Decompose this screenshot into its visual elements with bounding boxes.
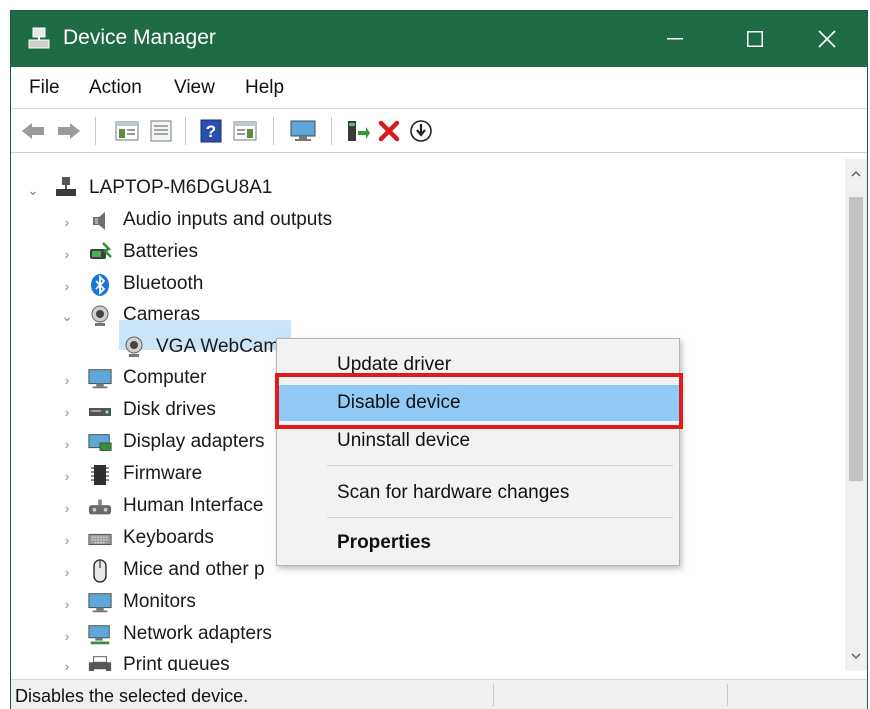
network-icon <box>87 623 113 647</box>
chevron-right-icon[interactable]: › <box>61 564 73 580</box>
mouse-icon <box>87 559 113 583</box>
keyboard-icon <box>87 527 113 551</box>
tree-item-keyboards[interactable]: Keyboards <box>123 527 214 549</box>
menu-view[interactable]: View <box>174 77 215 99</box>
window-title: Device Manager <box>63 26 216 49</box>
maximize-button[interactable] <box>715 11 795 67</box>
tree-item-mice[interactable]: Mice and other p <box>123 559 265 581</box>
action-pane-icon[interactable] <box>231 118 259 144</box>
tree-item-cameras[interactable]: Cameras <box>123 304 200 326</box>
tree-item-print-queues[interactable]: Print queues <box>123 654 230 671</box>
scrollbar-thumb[interactable] <box>849 197 863 481</box>
tree-item-display-adapters[interactable]: Display adapters <box>123 431 265 453</box>
menu-file[interactable]: File <box>29 77 60 99</box>
hid-icon <box>87 495 113 519</box>
battery-icon <box>87 241 113 265</box>
printer-icon <box>87 654 113 671</box>
menu-bar: File Action View Help <box>11 67 867 109</box>
vertical-scrollbar[interactable] <box>845 159 867 671</box>
chevron-right-icon[interactable]: › <box>61 596 73 612</box>
tree-item-audio[interactable]: Audio inputs and outputs <box>123 209 332 231</box>
monitor-icon[interactable] <box>289 118 317 144</box>
chevron-right-icon[interactable]: › <box>61 658 73 671</box>
tree-item-disk-drives[interactable]: Disk drives <box>123 399 216 421</box>
toolbar: ? <box>11 109 867 153</box>
tree-item-vga-webcam[interactable]: VGA WebCam <box>156 336 279 358</box>
chevron-down-icon[interactable]: ⌄ <box>27 182 39 198</box>
scan-hardware-menu-item[interactable]: Scan for hardware changes <box>277 475 679 511</box>
toolbar-separator <box>273 117 274 145</box>
menu-item-label: Scan for hardware changes <box>337 482 570 503</box>
status-divider <box>727 684 728 706</box>
webcam-icon <box>121 335 147 359</box>
tree-item-human-interface[interactable]: Human Interface <box>123 495 263 517</box>
chevron-right-icon[interactable]: › <box>61 214 73 230</box>
tree-item-computer[interactable]: Computer <box>123 367 206 389</box>
display-adapter-icon <box>87 431 113 455</box>
toolbar-separator <box>185 117 186 145</box>
scroll-up-icon[interactable] <box>845 163 867 185</box>
tree-item-network-adapters[interactable]: Network adapters <box>123 623 272 645</box>
tree-item-bluetooth[interactable]: Bluetooth <box>123 273 203 295</box>
tree-root-label[interactable]: LAPTOP-M6DGU8A1 <box>89 177 272 199</box>
uninstall-icon[interactable] <box>375 118 403 144</box>
chevron-right-icon[interactable]: › <box>61 372 73 388</box>
bluetooth-icon <box>87 273 113 297</box>
speaker-icon <box>87 209 113 233</box>
monitor-icon <box>87 591 113 615</box>
chevron-right-icon[interactable]: › <box>61 628 73 644</box>
computer-root-icon <box>53 175 79 199</box>
menu-separator <box>327 517 673 518</box>
help-icon[interactable]: ? <box>197 118 225 144</box>
status-text: Disables the selected device. <box>15 686 249 706</box>
toolbar-separator <box>331 117 332 145</box>
chevron-right-icon[interactable]: › <box>61 404 73 420</box>
chevron-down-icon[interactable]: ⌄ <box>61 308 73 324</box>
tree-item-monitors[interactable]: Monitors <box>123 591 196 613</box>
properties-icon[interactable] <box>147 118 175 144</box>
computer-icon <box>87 367 113 391</box>
toolbar-separator <box>95 117 96 145</box>
chevron-right-icon[interactable]: › <box>61 246 73 262</box>
properties-menu-item[interactable]: Properties <box>277 525 679 561</box>
chevron-right-icon[interactable]: › <box>61 500 73 516</box>
scroll-down-icon[interactable] <box>845 645 867 667</box>
tree-item-batteries[interactable]: Batteries <box>123 241 198 263</box>
chevron-right-icon[interactable]: › <box>61 436 73 452</box>
tree-item-firmware[interactable]: Firmware <box>123 463 202 485</box>
camera-icon <box>87 304 113 328</box>
menu-item-label: Uninstall device <box>337 430 471 451</box>
close-button[interactable] <box>787 11 867 67</box>
annotation-highlight-box <box>275 373 683 429</box>
menu-action[interactable]: Action <box>89 77 142 99</box>
firmware-icon <box>87 463 113 487</box>
menu-item-label: Properties <box>337 532 431 553</box>
back-icon[interactable] <box>19 118 47 144</box>
chevron-right-icon[interactable]: › <box>61 278 73 294</box>
forward-icon[interactable] <box>55 118 83 144</box>
title-bar[interactable]: Device Manager <box>11 11 867 67</box>
disk-icon <box>87 399 113 423</box>
chevron-right-icon[interactable]: › <box>61 468 73 484</box>
menu-help[interactable]: Help <box>245 77 284 99</box>
show-hide-console-tree-icon[interactable] <box>113 118 141 144</box>
device-manager-icon <box>27 26 51 50</box>
menu-separator <box>327 465 673 466</box>
device-manager-window: Device Manager File Action View Help ? ⌄… <box>10 10 868 709</box>
disable-icon[interactable] <box>407 118 435 144</box>
minimize-button[interactable] <box>635 11 715 67</box>
chevron-right-icon[interactable]: › <box>61 532 73 548</box>
status-bar: Disables the selected device. <box>11 679 867 709</box>
status-divider <box>493 684 494 706</box>
update-driver-icon[interactable] <box>343 118 371 144</box>
svg-text:?: ? <box>206 122 216 141</box>
